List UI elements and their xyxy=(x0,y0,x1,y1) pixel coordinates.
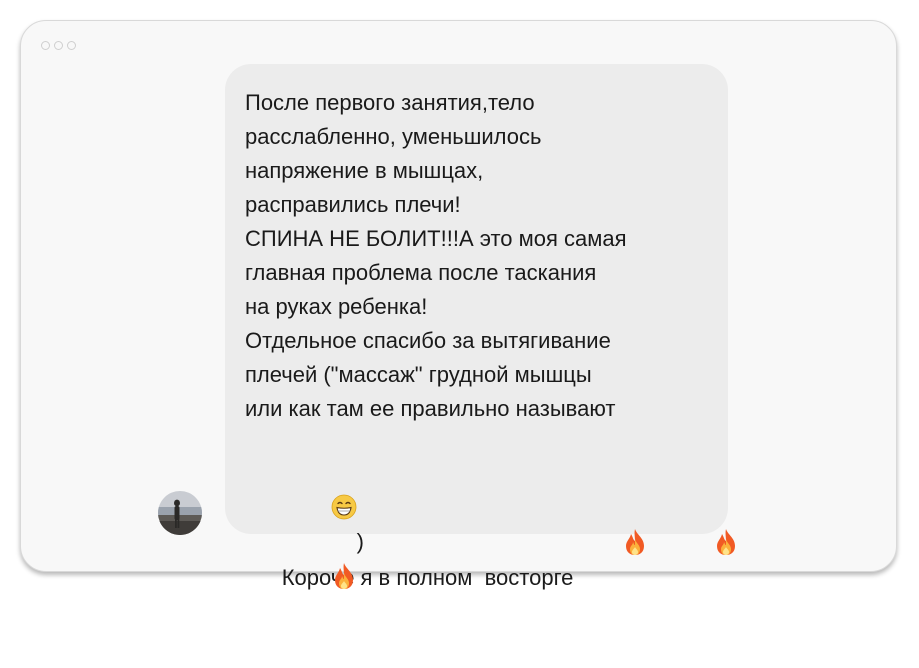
sender-avatar[interactable] xyxy=(158,491,202,535)
fire-emoji-icon xyxy=(573,494,648,600)
message-bubble[interactable]: После первого занятия,тело расслабленно,… xyxy=(225,64,736,590)
minimize-dot-icon[interactable] xyxy=(54,41,63,50)
avatar-photo-icon xyxy=(158,491,202,535)
message-line: расслабленно, уменьшилось xyxy=(245,124,542,149)
message-line: напряжение в мышцах, xyxy=(245,158,484,183)
zoom-dot-icon[interactable] xyxy=(67,41,76,50)
close-dot-icon[interactable] xyxy=(41,41,50,50)
message-window: После первого занятия,тело расслабленно,… xyxy=(20,20,897,590)
message-line: на руках ребенка! xyxy=(245,294,428,319)
message-line: главная проблема после таскания xyxy=(245,260,597,285)
message-line: После первого занятия,тело xyxy=(245,90,535,115)
message-line-emoji: ) xyxy=(245,426,708,554)
window-controls xyxy=(41,41,76,50)
message-line: плечей ("массаж" грудной мышцы xyxy=(245,362,592,387)
message-line: Отдельное спасибо за вытягивание xyxy=(245,328,611,353)
message-line: расправились плечи! xyxy=(245,192,461,217)
emoji-line-text: ) xyxy=(356,529,364,554)
message-line: СПИНА НЕ БОЛИТ!!!А это моя самая xyxy=(245,226,627,251)
fire-emoji-icon xyxy=(282,528,357,634)
fire-emoji-icon xyxy=(664,494,739,600)
message-line: или как там ее правильно называют xyxy=(245,396,616,421)
